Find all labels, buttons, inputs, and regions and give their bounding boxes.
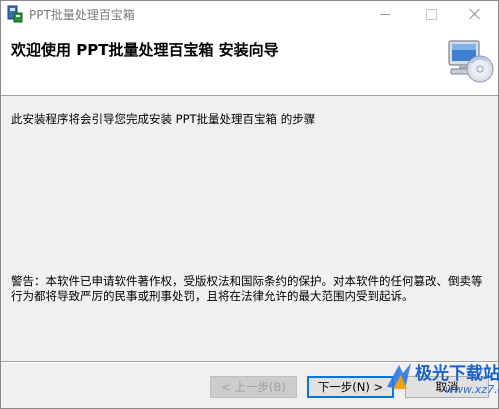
- minimize-icon: [380, 13, 390, 15]
- copyright-warning-text: 警告：本软件已申请软件著作权，受版权法和国际条约的保护。对本软件的任何篡改、倒卖…: [11, 274, 483, 303]
- installer-app-icon: [7, 5, 23, 23]
- maximize-button[interactable]: [409, 1, 453, 27]
- header-banner: 欢迎使用 PPT批量处理百宝箱 安装向导: [1, 27, 498, 96]
- minimize-button[interactable]: [363, 1, 407, 27]
- installer-window: PPT批量处理百宝箱 欢迎使用 PPT批量处理百宝箱 安装向导 此安装程序将会引…: [0, 0, 499, 409]
- window-title: PPT批量处理百宝箱: [29, 8, 135, 22]
- computer-cd-icon: [448, 40, 494, 83]
- watermark: 极光下载站 www.xz7.com: [381, 359, 499, 407]
- close-button[interactable]: [453, 1, 497, 27]
- banner-title: 欢迎使用 PPT批量处理百宝箱 安装向导: [11, 41, 279, 59]
- intro-text: 此安装程序将会引导您完成安装 PPT批量处理百宝箱 的步骤: [11, 112, 316, 126]
- watermark-text: 极光下载站: [415, 364, 499, 384]
- title-bar[interactable]: PPT批量处理百宝箱: [1, 1, 498, 27]
- watermark-logo-icon: [387, 363, 411, 389]
- maximize-icon: [425, 8, 437, 20]
- close-icon: [469, 8, 481, 20]
- back-button[interactable]: < 上一步(B): [210, 376, 297, 398]
- watermark-url: www.xz7.com: [445, 383, 499, 396]
